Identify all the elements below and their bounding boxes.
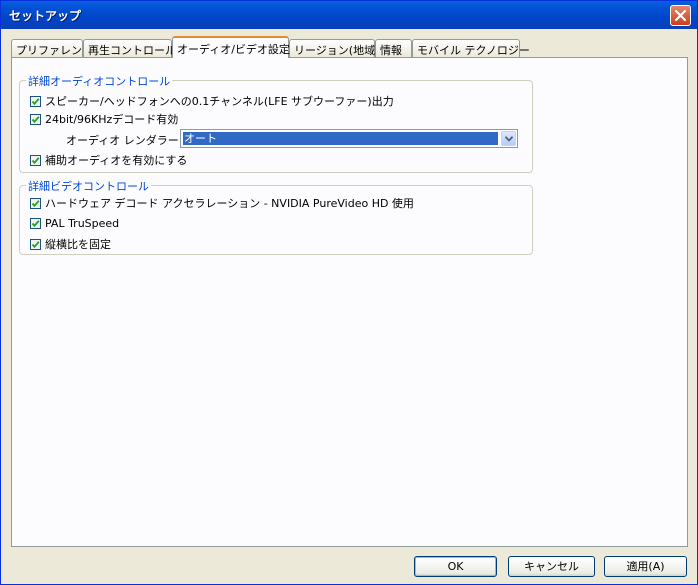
title-bar[interactable]: セットアップ: [1, 1, 697, 29]
close-icon: [674, 9, 687, 22]
option-label: ハードウェア デコード アクセラレーション - NVIDIA PureVideo…: [45, 197, 414, 210]
hd-decode-option[interactable]: 24bit/96KHzデコード有効: [30, 111, 178, 127]
checkbox[interactable]: [30, 95, 41, 107]
hw-decode-option[interactable]: ハードウェア デコード アクセラレーション - NVIDIA PureVideo…: [30, 195, 414, 211]
audio-renderer-select[interactable]: オート: [180, 129, 518, 148]
dropdown-button[interactable]: [501, 131, 516, 146]
tab-label: リージョン(地域): [294, 44, 380, 57]
tab-region[interactable]: リージョン(地域): [289, 39, 379, 57]
checkmark-icon: [31, 97, 40, 105]
apply-button[interactable]: 適用(A): [604, 556, 687, 577]
tab-label: プリファレンス: [16, 44, 93, 57]
tab-label: 再生コントロール: [88, 44, 176, 57]
aspect-lock-option[interactable]: 縦横比を固定: [30, 236, 111, 252]
option-label: 縦横比を固定: [45, 238, 111, 251]
checkmark-icon: [31, 156, 40, 164]
checkbox[interactable]: [30, 197, 41, 209]
window-title: セットアップ: [9, 9, 82, 23]
option-label: 24bit/96KHzデコード有効: [45, 113, 179, 126]
aux-audio-option[interactable]: 補助オーディオを有効にする: [30, 152, 187, 168]
checkmark-icon: [31, 115, 40, 123]
tab-audio-video-settings[interactable]: オーディオ/ビデオ設定: [172, 36, 290, 58]
tab-label: 情報: [380, 44, 402, 57]
cancel-button[interactable]: キャンセル: [508, 556, 595, 577]
tab-panel: 詳細オーディオコントロール スピーカー/ヘッドフォンへの0.1チャンネル(LFE…: [11, 57, 688, 547]
checkbox[interactable]: [30, 238, 41, 250]
option-label: 補助オーディオを有効にする: [45, 154, 188, 167]
checkbox[interactable]: [30, 217, 41, 229]
pal-truspeed-option[interactable]: PAL TruSpeed: [30, 215, 119, 231]
option-label: スピーカー/ヘッドフォンへの0.1チャンネル(LFE サブウーファー)出力: [45, 95, 394, 108]
video-control-group: 詳細ビデオコントロール ハードウェア デコード アクセラレーション - NVID…: [19, 178, 533, 255]
tab-label: オーディオ/ビデオ設定: [177, 43, 290, 56]
speaker-lfe-option[interactable]: スピーカー/ヘッドフォンへの0.1チャンネル(LFE サブウーファー)出力: [30, 93, 394, 109]
group-title: 詳細ビデオコントロール: [26, 178, 151, 194]
tab-playback-control[interactable]: 再生コントロール: [83, 39, 176, 57]
chevron-down-icon: [505, 136, 513, 142]
checkmark-icon: [31, 240, 40, 248]
tab-label: モバイル テクノロジー: [417, 44, 530, 57]
ok-button[interactable]: OK: [414, 556, 497, 577]
renderer-label: オーディオ レンダラー:: [66, 134, 183, 147]
group-title: 詳細オーディオコントロール: [26, 73, 173, 89]
tab-info[interactable]: 情報: [375, 39, 412, 57]
audio-control-group: 詳細オーディオコントロール スピーカー/ヘッドフォンへの0.1チャンネル(LFE…: [19, 73, 533, 173]
checkmark-icon: [31, 199, 40, 207]
setup-dialog: セットアップ プリファレンス 再生コントロール オーディオ/ビデオ設定 リージョ…: [0, 0, 698, 585]
checkbox[interactable]: [30, 113, 41, 125]
tab-mobile-technology[interactable]: モバイル テクノロジー: [412, 39, 530, 57]
select-value: オート: [183, 132, 498, 145]
checkmark-icon: [31, 219, 40, 227]
tab-preferences[interactable]: プリファレンス: [11, 39, 93, 57]
checkbox[interactable]: [30, 154, 41, 166]
option-label: PAL TruSpeed: [45, 216, 120, 230]
close-button[interactable]: [670, 5, 691, 26]
